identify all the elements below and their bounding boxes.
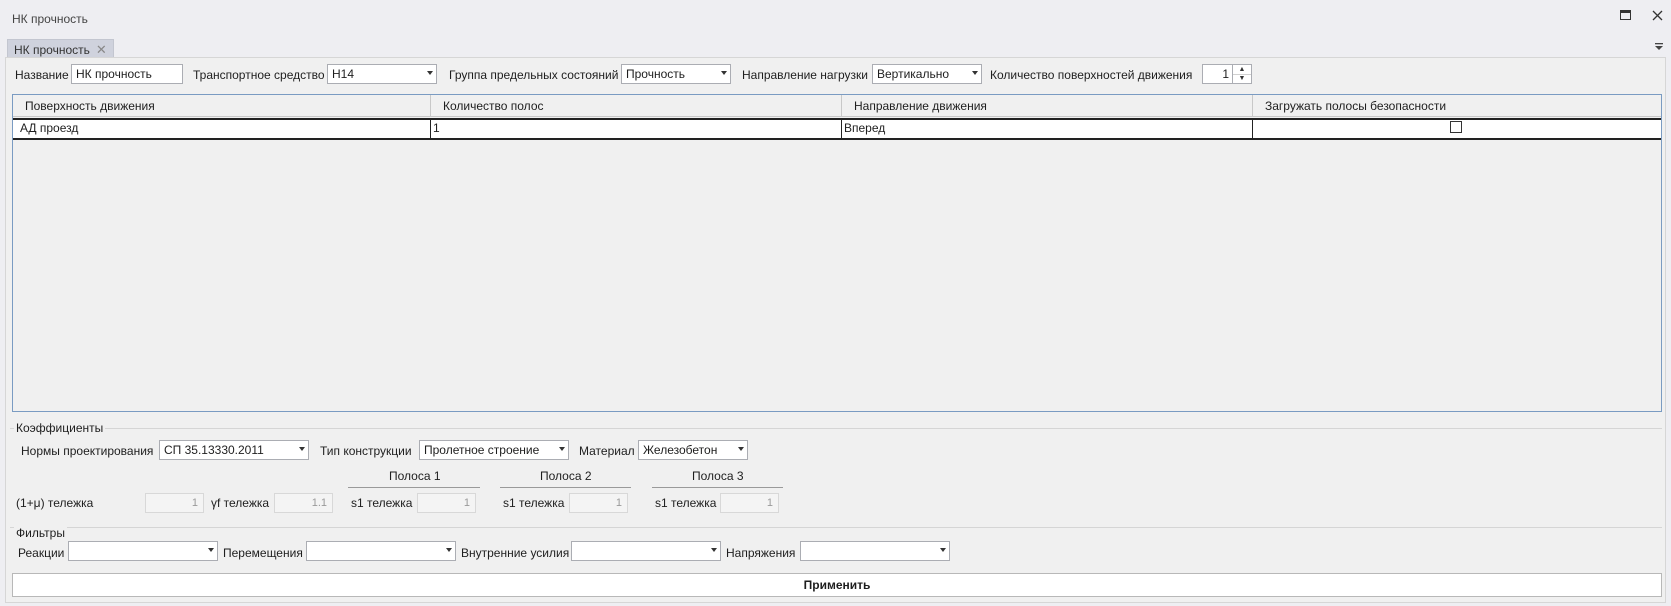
maximize-icon[interactable]: [1614, 6, 1636, 24]
column-header-safety[interactable]: Загружать полосы безопасности: [1252, 95, 1661, 117]
material-label: Материал: [579, 444, 635, 458]
tab-nk-strength[interactable]: НК прочность ✕: [7, 39, 114, 59]
vehicle-select[interactable]: Н14: [327, 64, 437, 84]
filters-title: Фильтры: [14, 526, 67, 540]
dyn-factor-label: (1+μ) тележка: [16, 496, 94, 510]
tab-label: НК прочность: [14, 42, 90, 57]
construction-label: Тип конструкции: [320, 444, 412, 458]
gamma-label: γf тележка: [211, 496, 270, 510]
column-header-direction[interactable]: Направление движения: [841, 95, 1252, 117]
chevron-down-icon[interactable]: ▼: [1233, 74, 1251, 83]
construction-select[interactable]: Пролетное строение: [419, 440, 569, 460]
vehicle-value: Н14: [332, 67, 355, 81]
cell-surface[interactable]: АД проезд: [20, 119, 430, 139]
lane-2-s1-input[interactable]: 1: [569, 493, 628, 513]
filters-group: [10, 527, 1662, 528]
lane-3-s1-input[interactable]: 1: [720, 493, 779, 513]
tab-close-icon[interactable]: ✕: [96, 43, 107, 56]
chevron-down-icon: [711, 548, 717, 552]
material-select[interactable]: Железобетон: [638, 440, 748, 460]
vehicle-label: Транспортное средство: [193, 68, 325, 82]
lane-3-s1-label: s1 тележка: [655, 496, 717, 510]
direction-select[interactable]: Вертикально: [872, 64, 982, 84]
close-icon[interactable]: [1646, 6, 1668, 24]
dyn-factor-input[interactable]: 1: [145, 493, 204, 513]
chevron-down-icon: [427, 71, 433, 75]
group-select[interactable]: Прочность: [621, 64, 731, 84]
norms-label: Нормы проектирования: [21, 444, 154, 458]
title-bar: [0, 0, 1671, 36]
chevron-down-icon: [738, 447, 744, 451]
stresses-select[interactable]: [800, 541, 950, 561]
norms-value: СП 35.13330.2011: [164, 443, 264, 457]
lane-2-title: Полоса 2: [540, 469, 592, 483]
coefficients-title: Коэффициенты: [14, 421, 106, 435]
window-title: НК прочность: [12, 12, 88, 26]
surfaces-value: 1: [1222, 67, 1229, 81]
stepper-buttons: ▲ ▼: [1232, 65, 1251, 83]
gamma-input[interactable]: 1.1: [274, 493, 333, 513]
lane-2-s1-label: s1 тележка: [503, 496, 565, 510]
reactions-select[interactable]: [68, 541, 218, 561]
safety-checkbox[interactable]: [1450, 121, 1462, 133]
displacements-select[interactable]: [306, 541, 456, 561]
cell-lanes[interactable]: 1: [430, 119, 841, 139]
lane-2-divider: [500, 487, 631, 488]
chevron-down-icon: [972, 71, 978, 75]
chevron-down-icon: [940, 548, 946, 552]
apply-button[interactable]: Применить: [12, 573, 1662, 597]
construction-value: Пролетное строение: [424, 443, 540, 457]
chevron-down-icon: [446, 548, 452, 552]
stresses-label: Напряжения: [726, 546, 796, 560]
lane-1-divider: [348, 487, 480, 488]
name-label: Название: [15, 68, 69, 82]
group-value: Прочность: [626, 67, 686, 81]
column-header-surface[interactable]: Поверхность движения: [13, 95, 430, 117]
lane-3-title: Полоса 3: [692, 469, 744, 483]
forces-label: Внутренние усилия: [461, 546, 570, 560]
group-label: Группа предельных состояний: [449, 68, 619, 82]
coefficients-group: [10, 428, 1662, 429]
lane-1-s1-input[interactable]: 1: [417, 493, 476, 513]
reactions-label: Реакции: [18, 546, 65, 560]
column-header-lanes[interactable]: Количество полос: [430, 95, 841, 117]
chevron-down-icon: [559, 447, 565, 451]
norms-select[interactable]: СП 35.13330.2011: [159, 440, 309, 460]
material-value: Железобетон: [643, 443, 718, 457]
direction-label: Направление нагрузки: [742, 68, 868, 82]
direction-value: Вертикально: [877, 67, 950, 81]
name-input[interactable]: [71, 64, 183, 84]
displacements-label: Перемещения: [223, 546, 303, 560]
surfaces-stepper[interactable]: 1 ▲ ▼: [1202, 64, 1252, 84]
chevron-down-icon: [208, 548, 214, 552]
cell-direction[interactable]: Вперед: [841, 119, 1252, 139]
chevron-down-icon: [299, 447, 305, 451]
forces-select[interactable]: [571, 541, 721, 561]
lane-3-divider: [652, 487, 783, 488]
chevron-down-icon: [721, 71, 727, 75]
dropdown-menu-icon[interactable]: [1652, 40, 1666, 54]
lane-1-title: Полоса 1: [389, 469, 441, 483]
surfaces-label: Количество поверхностей движения: [990, 68, 1193, 82]
surfaces-grid: [12, 94, 1662, 412]
lane-1-s1-label: s1 тележка: [351, 496, 413, 510]
